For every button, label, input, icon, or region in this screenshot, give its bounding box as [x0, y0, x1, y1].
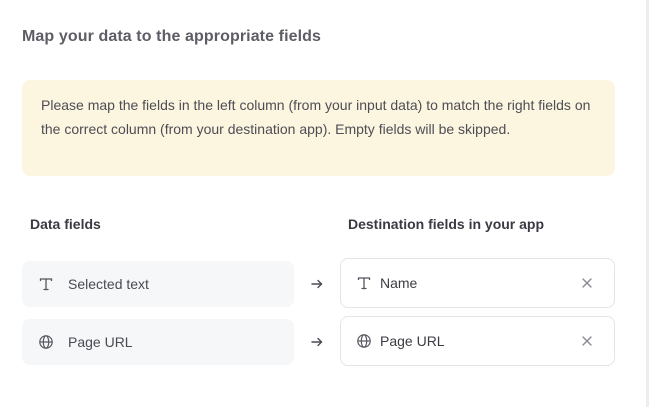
- clear-mapping-button[interactable]: [580, 276, 594, 290]
- field-mapping-panel: Map your data to the appropriate fields …: [0, 0, 646, 407]
- mapping-instructions-notice: Please map the fields in the left column…: [22, 80, 615, 176]
- source-field-label: Selected text: [68, 276, 149, 292]
- close-icon: [582, 278, 592, 288]
- destination-fields-header: Destination fields in your app: [348, 216, 545, 232]
- globe-icon: [38, 334, 54, 350]
- clear-mapping-button[interactable]: [580, 334, 594, 348]
- text-type-icon: [38, 276, 54, 292]
- close-icon: [582, 336, 592, 346]
- arrow-right-icon: [310, 335, 324, 349]
- destination-field-name[interactable]: Name: [340, 258, 615, 308]
- destination-field-page-url[interactable]: Page URL: [340, 316, 615, 366]
- data-fields-header: Data fields: [30, 216, 101, 232]
- source-field-page-url: Page URL: [22, 319, 294, 365]
- globe-icon: [356, 333, 372, 349]
- text-type-icon: [356, 275, 372, 291]
- arrow-right-icon: [310, 277, 324, 291]
- source-field-label: Page URL: [68, 334, 133, 350]
- page-title: Map your data to the appropriate fields: [22, 28, 322, 45]
- destination-field-label: Page URL: [380, 333, 445, 349]
- destination-field-label: Name: [380, 275, 418, 291]
- source-field-selected-text: Selected text: [22, 261, 294, 307]
